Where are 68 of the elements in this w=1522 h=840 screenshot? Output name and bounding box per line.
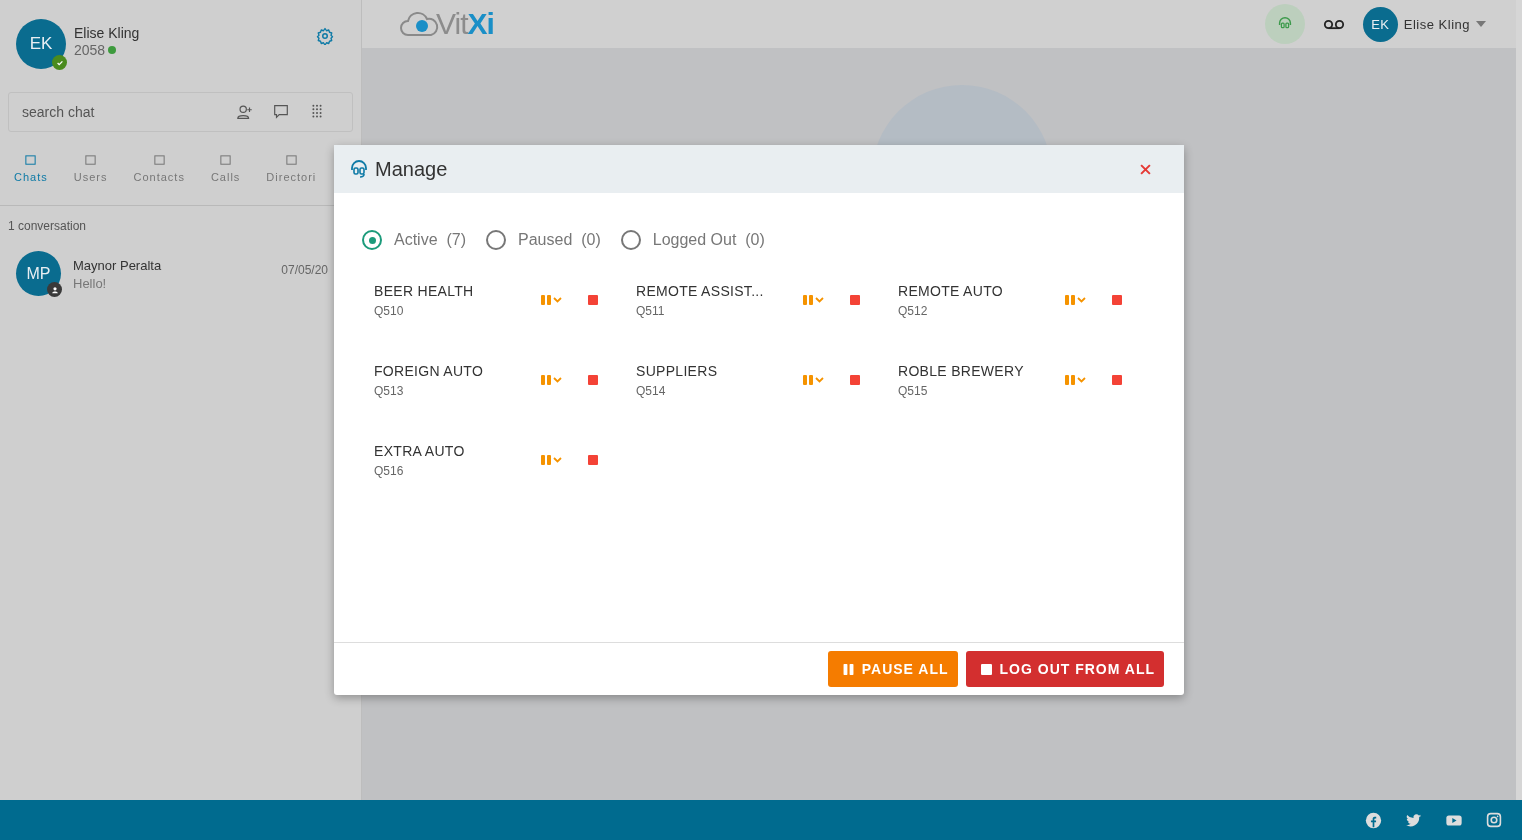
queue-name: SUPPLIERS — [636, 362, 719, 379]
queue-code: Q515 — [898, 383, 929, 398]
queue-name: EXTRA AUTO — [374, 442, 466, 459]
stop-icon[interactable] — [850, 295, 860, 305]
nav-tab[interactable]: Directori — [252, 154, 329, 183]
instagram-icon[interactable] — [1486, 812, 1502, 828]
user-name: Elise Kling — [74, 25, 141, 41]
stop-icon[interactable] — [1112, 375, 1122, 385]
search-bar[interactable]: search chat — [8, 92, 353, 132]
queue-name: BEER HEALTH — [374, 282, 475, 299]
app-logo: VitXi — [400, 7, 494, 41]
user-avatar: EK — [16, 19, 66, 69]
stop-icon — [980, 663, 992, 675]
caret-icon — [1476, 21, 1486, 27]
facebook-icon[interactable] — [1365, 811, 1382, 829]
voicemail-icon[interactable] — [1322, 18, 1345, 30]
search-field[interactable]: search chat — [20, 103, 218, 121]
queue-name: REMOTE ASSIST... — [636, 282, 765, 299]
queue-code: Q510 — [374, 303, 405, 318]
nav-tab[interactable]: Contacts — [119, 154, 197, 183]
action-button[interactable]: PAUSE ALL — [827, 651, 958, 687]
settings-icon[interactable] — [316, 27, 334, 45]
queue-code: Q512 — [898, 303, 929, 318]
pause-dropdown-icon[interactable] — [802, 374, 826, 386]
queue-code: Q513 — [374, 383, 405, 398]
queue-name: ROBLE BREWERY — [898, 362, 1025, 379]
stop-icon[interactable] — [1112, 295, 1122, 305]
nav-tab[interactable]: Chats — [0, 154, 60, 183]
queue-name: FOREIGN AUTO — [374, 362, 485, 379]
dialog-title: Manage — [375, 157, 449, 181]
stop-icon[interactable] — [588, 375, 598, 385]
pause-dropdown-icon[interactable] — [540, 294, 564, 306]
stop-icon[interactable] — [850, 375, 860, 385]
queue-name: REMOTE AUTO — [898, 282, 1004, 299]
extension-number: 2058 — [74, 42, 106, 58]
person-badge-icon — [47, 282, 62, 297]
nav-tab[interactable]: Users — [59, 154, 120, 183]
pause-icon — [842, 663, 854, 675]
action-button[interactable]: LOG OUT FROM ALL — [965, 651, 1164, 687]
headset-icon — [349, 159, 369, 179]
status-radio[interactable]: Active (7) — [362, 230, 466, 250]
tab-icon — [84, 154, 98, 167]
status-radio[interactable]: Paused (0) — [486, 230, 601, 250]
stop-icon[interactable] — [588, 295, 598, 305]
close-icon[interactable] — [1140, 163, 1151, 175]
pause-dropdown-icon[interactable] — [1064, 374, 1088, 386]
pause-dropdown-icon[interactable] — [1064, 294, 1088, 306]
chat-icon[interactable] — [272, 103, 290, 121]
conversation-item[interactable]: MP Maynor Peralta Hello! 07/05/20 — [0, 233, 361, 296]
queue-code: Q514 — [636, 383, 667, 398]
tab-icon — [219, 154, 233, 167]
twitter-icon[interactable] — [1405, 811, 1422, 829]
stop-icon[interactable] — [588, 455, 598, 465]
pause-dropdown-icon[interactable] — [540, 374, 564, 386]
status-radio[interactable]: Logged Out (0) — [620, 230, 765, 250]
tab-icon — [284, 154, 298, 167]
pause-dropdown-icon[interactable] — [540, 454, 564, 466]
queue-code: Q516 — [374, 463, 405, 478]
queue-code: Q511 — [636, 303, 666, 318]
verified-badge-icon — [52, 55, 67, 70]
headset-button[interactable] — [1264, 4, 1305, 44]
tab-icon — [24, 154, 38, 167]
user-menu[interactable]: EK Elise Kling — [1362, 6, 1486, 42]
pause-dropdown-icon[interactable] — [802, 294, 826, 306]
add-user-icon[interactable] — [236, 103, 254, 121]
nav-tab[interactable]: Calls — [196, 154, 253, 183]
tab-icon — [152, 154, 166, 167]
conversation-count: 1 conversation — [7, 218, 88, 233]
